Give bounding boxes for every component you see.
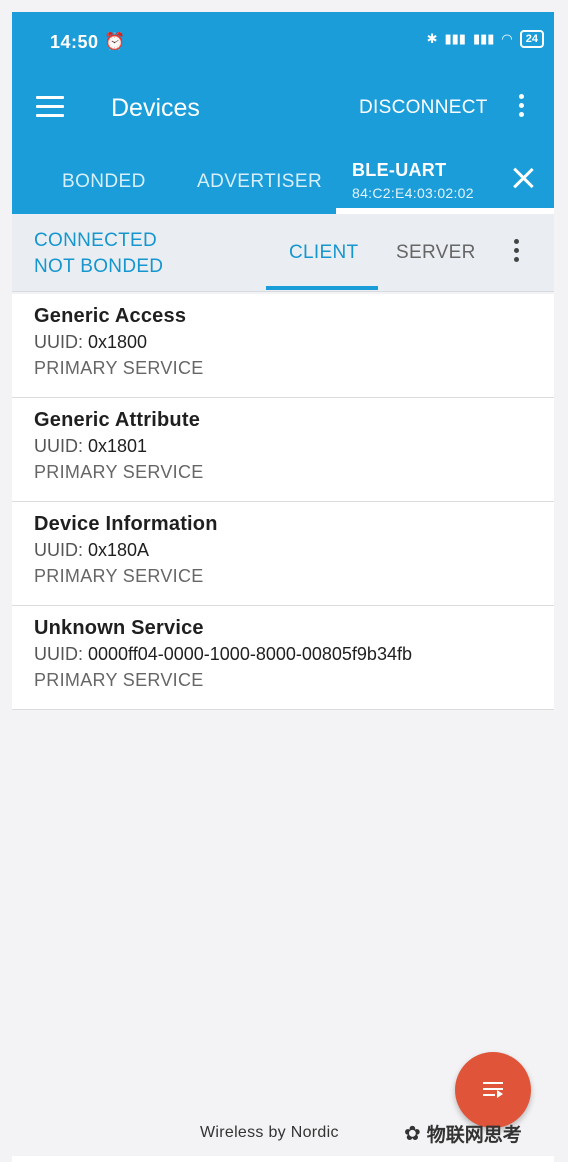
service-name: Unknown Service [34,617,204,639]
status-bar: 14:50 ⏰ ✱ ▮▮▮ ▮▮▮ ◠ 24 [12,12,554,70]
bottom-strip [12,1156,554,1162]
signal-icon: ▮▮▮ [444,31,466,46]
service-uuid: UUID: 0x1800 [34,332,148,352]
close-tab-icon[interactable] [511,166,535,190]
battery-icon: 24 [519,30,544,48]
client-tab-indicator [266,286,378,290]
status-time: 14:50 [50,32,99,52]
service-uuid: UUID: 0x180A [34,540,150,560]
service-item[interactable]: Unknown Service UUID: 0000ff04-0000-1000… [12,606,554,710]
service-name: Generic Attribute [34,409,201,431]
tab-advertiser[interactable]: ADVERTISER [197,171,322,193]
tab-server[interactable]: SERVER [396,242,476,264]
connection-more-icon[interactable] [512,239,520,267]
footer-text: Wireless by Nordic [200,1124,339,1141]
watermark-text: 物联网思考 [426,1125,522,1146]
page-title: Devices [111,94,200,122]
service-type: PRIMARY SERVICE [34,566,204,586]
phone-screen: 14:50 ⏰ ✱ ▮▮▮ ▮▮▮ ◠ 24 Devices DISCONNEC… [12,12,554,1162]
service-uuid: UUID: 0x1801 [34,436,148,456]
device-name: BLE-UART [352,160,447,180]
service-name: Device Information [34,513,218,535]
connected-label: CONNECTED [34,230,158,251]
wechat-icon: ✿ [404,1123,421,1145]
tab-client[interactable]: CLIENT [289,242,358,264]
service-item[interactable]: Generic Access UUID: 0x1800 PRIMARY SERV… [12,294,554,398]
bond-state-label: NOT BONDED [34,256,164,277]
playlist-icon [483,1082,503,1098]
service-type: PRIMARY SERVICE [34,462,204,482]
service-list: Generic Access UUID: 0x1800 PRIMARY SERV… [12,294,554,710]
connection-status: CONNECTED NOT BONDED [34,228,163,280]
service-item[interactable]: Device Information UUID: 0x180A PRIMARY … [12,502,554,606]
disconnect-button[interactable]: DISCONNECT [359,97,488,119]
device-address: 84:C2:E4:03:02:02 [352,185,474,201]
service-uuid: UUID: 0000ff04-0000-1000-8000-00805f9b34… [34,644,412,664]
signal-icon-2: ▮▮▮ [472,31,495,46]
tab-bonded[interactable]: BONDED [62,171,146,193]
connection-bar: CONNECTED NOT BONDED CLIENT SERVER [12,214,554,292]
service-name: Generic Access [34,305,187,327]
wifi-icon: ◠ [501,31,513,46]
device-tabs: BONDED ADVERTISER BLE-UART 84:C2:E4:03:0… [12,148,554,214]
tab-ble-uart[interactable]: BLE-UART 84:C2:E4:03:02:02 [352,160,474,201]
watermark: ✿ 物联网思考 [404,1120,522,1147]
more-options-icon[interactable] [517,94,525,122]
alarm-clock-icon: ⏰ [104,32,126,51]
app-bar: Devices DISCONNECT [12,70,554,148]
bluetooth-icon: ✱ [426,31,438,46]
log-fab-button[interactable] [455,1052,531,1128]
service-item[interactable]: Generic Attribute UUID: 0x1801 PRIMARY S… [12,398,554,502]
service-type: PRIMARY SERVICE [34,670,204,690]
service-type: PRIMARY SERVICE [34,358,204,378]
status-icons: ✱ ▮▮▮ ▮▮▮ ◠ 24 [427,30,544,48]
hamburger-menu-icon[interactable] [36,96,64,118]
